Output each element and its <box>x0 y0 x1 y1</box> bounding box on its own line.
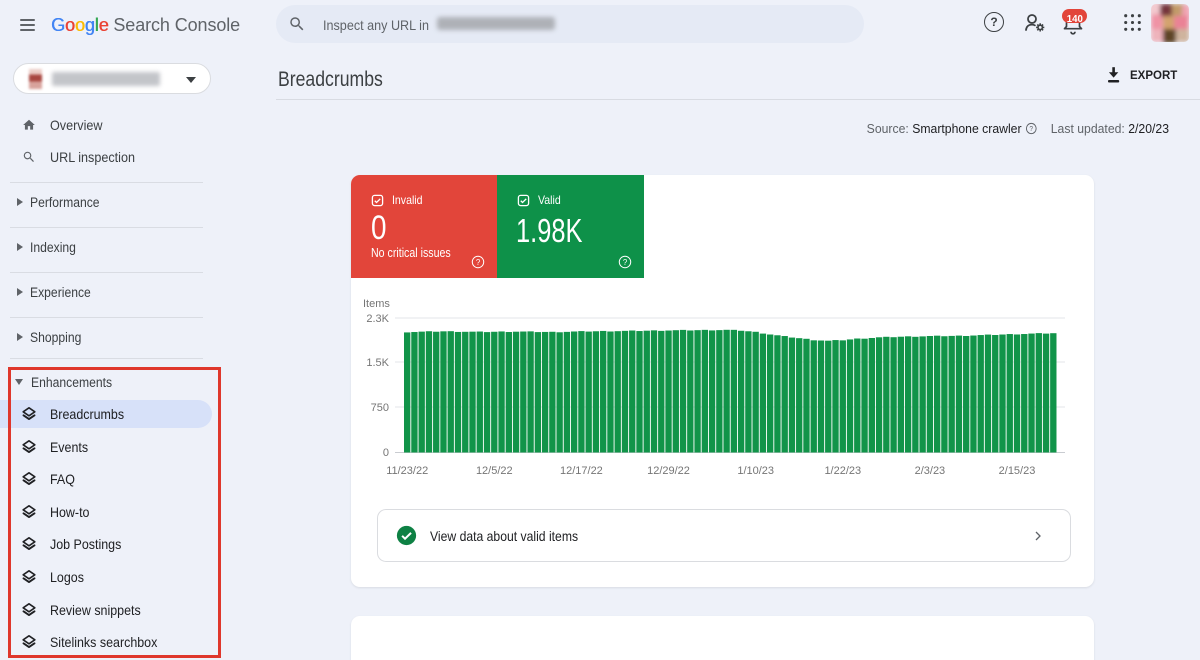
svg-text:0: 0 <box>383 447 389 459</box>
svg-text:11/23/22: 11/23/22 <box>386 465 428 477</box>
svg-text:12/17/22: 12/17/22 <box>560 465 603 477</box>
svg-text:12/5/22: 12/5/22 <box>476 465 513 477</box>
svg-text:Items: Items <box>363 298 390 310</box>
svg-text:2.3K: 2.3K <box>366 313 389 325</box>
svg-text:1/22/23: 1/22/23 <box>824 465 861 477</box>
svg-text:750: 750 <box>371 402 389 414</box>
svg-text:1.5K: 1.5K <box>366 357 389 369</box>
svg-text:2/15/23: 2/15/23 <box>999 465 1036 477</box>
svg-text:?: ? <box>623 258 628 267</box>
svg-text:1/10/23: 1/10/23 <box>737 465 774 477</box>
svg-text:12/29/22: 12/29/22 <box>647 465 690 477</box>
svg-text:2/3/23: 2/3/23 <box>915 465 946 477</box>
svg-text:?: ? <box>1029 126 1033 133</box>
svg-text:?: ? <box>476 258 481 267</box>
